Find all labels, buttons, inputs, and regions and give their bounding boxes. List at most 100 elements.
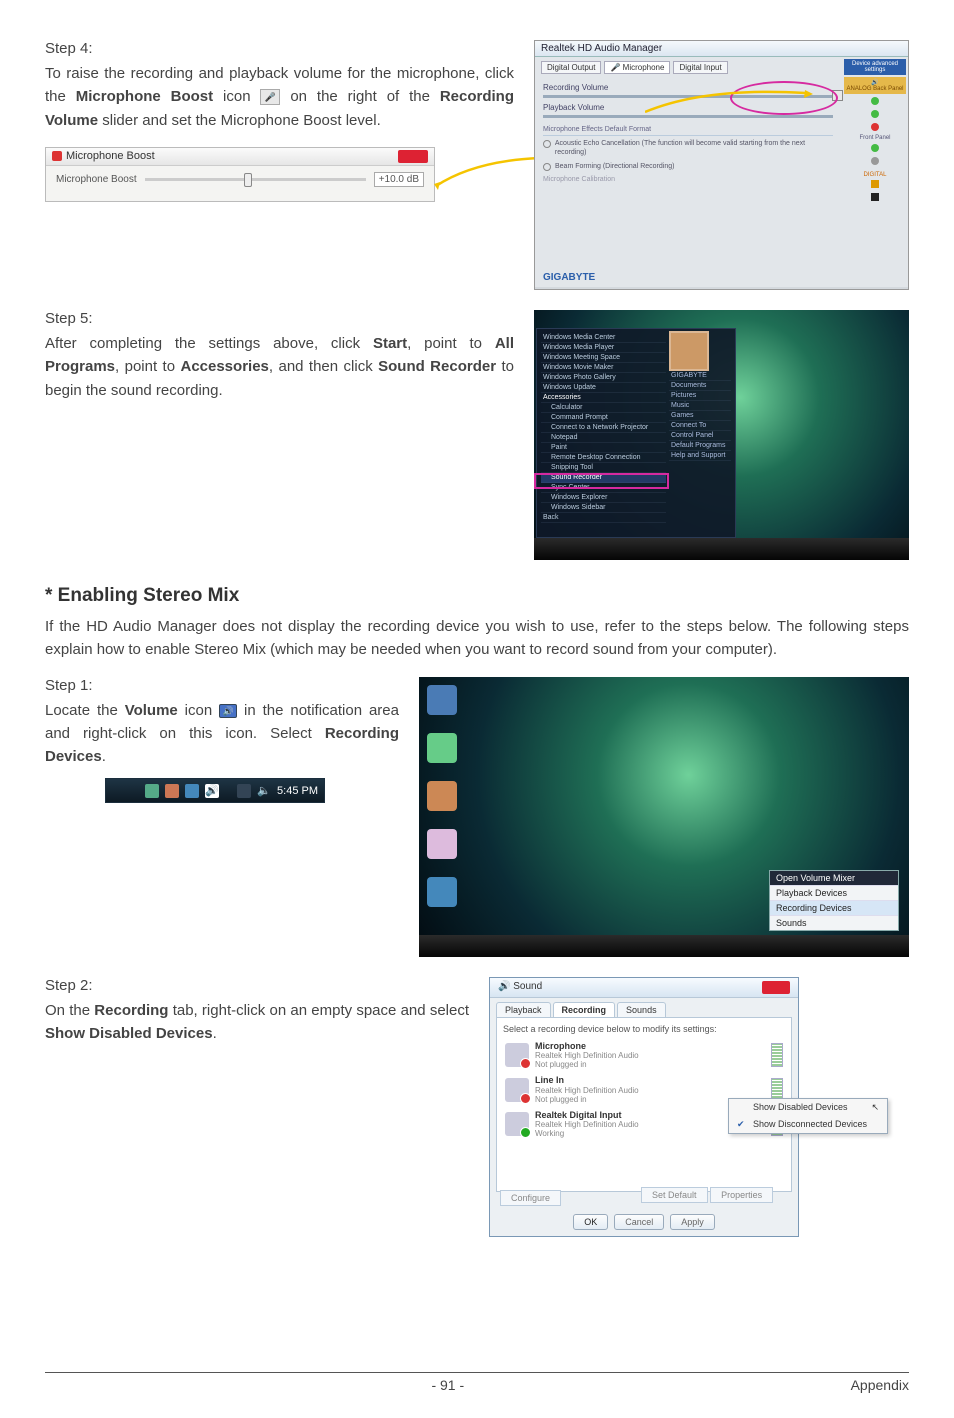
sm-item[interactable]: Windows Sidebar bbox=[541, 503, 666, 513]
level-meter bbox=[771, 1043, 783, 1067]
desktop-icon[interactable] bbox=[427, 829, 457, 859]
slider-thumb[interactable] bbox=[244, 173, 252, 187]
device-context-menu[interactable]: Show Disabled Devices ↖ ✔Show Disconnect… bbox=[728, 1098, 888, 1134]
system-tray[interactable]: 🔊 🔈 5:45 PM bbox=[105, 778, 325, 803]
sound-titlebar[interactable]: 🔊 Sound bbox=[490, 978, 798, 998]
close-icon[interactable] bbox=[762, 981, 790, 994]
sm-item[interactable]: Command Prompt bbox=[541, 413, 666, 423]
device-row[interactable]: MicrophoneRealtek High Definition AudioN… bbox=[503, 1038, 785, 1073]
taskbar[interactable] bbox=[534, 538, 909, 560]
volume-context-menu[interactable]: Open Volume Mixer Playback Devices Recor… bbox=[769, 870, 899, 931]
avatar bbox=[669, 331, 709, 371]
sm-right-item[interactable]: Games bbox=[669, 411, 731, 421]
sm-right-item[interactable]: Default Programs bbox=[669, 441, 731, 451]
desktop-icon[interactable] bbox=[427, 877, 457, 907]
jack-red[interactable] bbox=[871, 123, 879, 131]
step5-heading: Step 5: bbox=[45, 310, 514, 327]
tab-digital-input[interactable]: Digital Input bbox=[673, 61, 727, 74]
sm-right-item[interactable]: Music bbox=[669, 401, 731, 411]
ctx-show-disabled[interactable]: Show Disabled Devices ↖ bbox=[729, 1099, 887, 1116]
adv-settings[interactable]: Device advanced settings bbox=[844, 59, 906, 75]
t: . bbox=[102, 748, 106, 765]
sm-right-item[interactable]: Help and Support bbox=[669, 451, 731, 461]
sm-item[interactable]: Windows Meeting Space bbox=[541, 353, 666, 363]
arrow-icon bbox=[645, 87, 815, 117]
volume-tray-icon[interactable]: 🔊 bbox=[205, 784, 219, 798]
set-default-button[interactable]: Set Default bbox=[641, 1187, 708, 1203]
sm-right-item[interactable]: Documents bbox=[669, 381, 731, 391]
desktop-icons bbox=[427, 685, 457, 907]
page-number: - 91 - bbox=[431, 1377, 464, 1393]
sm-accessories[interactable]: Accessories bbox=[541, 393, 666, 403]
sm-item[interactable]: Windows Movie Maker bbox=[541, 363, 666, 373]
opt-beam[interactable]: Beam Forming (Directional Recording) bbox=[555, 163, 674, 172]
ctx-open-mixer[interactable]: Open Volume Mixer bbox=[770, 871, 898, 885]
sm-right-item[interactable]: Pictures bbox=[669, 391, 731, 401]
ctx-show-disconnected[interactable]: ✔Show Disconnected Devices bbox=[729, 1116, 887, 1133]
desktop-icon[interactable] bbox=[427, 781, 457, 811]
sm-item[interactable]: Paint bbox=[541, 443, 666, 453]
opt-calib[interactable]: Microphone Calibration bbox=[543, 176, 833, 185]
audio-icon bbox=[52, 151, 62, 161]
ok-button[interactable]: OK bbox=[573, 1214, 608, 1230]
start-menu[interactable]: GIGABYTE Documents Pictures Music Games … bbox=[536, 328, 736, 538]
opt-echo[interactable]: Acoustic Echo Cancellation (The function… bbox=[555, 140, 833, 158]
ctx-recording[interactable]: Recording Devices bbox=[770, 900, 898, 915]
jack-green[interactable] bbox=[871, 97, 879, 105]
sm-back[interactable]: Back bbox=[541, 513, 666, 523]
step4-heading: Step 4: bbox=[45, 40, 514, 57]
t: , point to bbox=[115, 358, 180, 375]
tray-icon[interactable] bbox=[185, 784, 199, 798]
sm-item[interactable]: Windows Media Center bbox=[541, 333, 666, 343]
sm-item[interactable]: Windows Photo Gallery bbox=[541, 373, 666, 383]
cursor-icon: ↖ bbox=[871, 1102, 879, 1113]
jack-dig2[interactable] bbox=[871, 193, 879, 201]
ctx-playback[interactable]: Playback Devices bbox=[770, 885, 898, 900]
sm-right-item[interactable]: Connect To bbox=[669, 421, 731, 431]
desktop-icon[interactable] bbox=[427, 685, 457, 715]
jack-front2[interactable] bbox=[871, 157, 879, 165]
ctx-sounds[interactable]: Sounds bbox=[770, 915, 898, 930]
taskbar[interactable] bbox=[419, 935, 909, 957]
sm-right-item[interactable]: GIGABYTE bbox=[669, 371, 731, 381]
properties-button[interactable]: Properties bbox=[710, 1187, 773, 1203]
step4-text: To raise the recording and playback volu… bbox=[45, 62, 514, 132]
t: Not plugged in bbox=[535, 1060, 765, 1069]
mic-icon bbox=[505, 1043, 529, 1067]
mic-boost-titlebar[interactable]: Microphone Boost bbox=[46, 148, 434, 166]
accessories-label: Accessories bbox=[180, 358, 268, 375]
tab-digital-output[interactable]: Digital Output bbox=[541, 61, 601, 74]
tab-playback[interactable]: Playback bbox=[496, 1002, 551, 1017]
jack-green2[interactable] bbox=[871, 110, 879, 118]
tray-icon[interactable] bbox=[165, 784, 179, 798]
tab-sounds[interactable]: Sounds bbox=[617, 1002, 666, 1017]
sm-item[interactable]: Windows Explorer bbox=[541, 493, 666, 503]
apply-button[interactable]: Apply bbox=[670, 1214, 715, 1230]
close-icon[interactable] bbox=[398, 150, 428, 163]
sm-item[interactable]: Snipping Tool bbox=[541, 463, 666, 473]
cancel-button[interactable]: Cancel bbox=[614, 1214, 664, 1230]
sm-item[interactable]: Remote Desktop Connection bbox=[541, 453, 666, 463]
sm-item[interactable]: Windows Media Player bbox=[541, 343, 666, 353]
mic-boost-panel: Microphone Boost Microphone Boost +10.0 … bbox=[45, 147, 435, 202]
jack-front1[interactable] bbox=[871, 144, 879, 152]
tray-icon[interactable] bbox=[237, 784, 251, 798]
sm-item[interactable]: Calculator bbox=[541, 403, 666, 413]
sm-item[interactable]: Connect to a Network Projector bbox=[541, 423, 666, 433]
realtek-titlebar[interactable]: Realtek HD Audio Manager bbox=[535, 41, 908, 57]
configure-button[interactable]: Configure bbox=[500, 1190, 561, 1206]
t: Realtek High Definition Audio bbox=[535, 1051, 765, 1060]
jack-dig1[interactable] bbox=[871, 180, 879, 188]
desktop-icon[interactable] bbox=[427, 733, 457, 763]
sound-recorder-label: Sound Recorder bbox=[378, 358, 496, 375]
tab-recording[interactable]: Recording bbox=[553, 1002, 616, 1017]
sm-item[interactable]: Windows Update bbox=[541, 383, 666, 393]
page-footer: - 91 - Appendix bbox=[45, 1372, 909, 1393]
tray-icon[interactable] bbox=[145, 784, 159, 798]
t: slider and set the Microphone Boost leve… bbox=[102, 112, 381, 129]
arrow-annotation bbox=[434, 156, 544, 196]
tab-microphone[interactable]: 🎤 Microphone bbox=[604, 61, 670, 74]
sm-right-item[interactable]: Control Panel bbox=[669, 431, 731, 441]
boost-slider[interactable] bbox=[145, 178, 366, 181]
sm-item[interactable]: Notepad bbox=[541, 433, 666, 443]
